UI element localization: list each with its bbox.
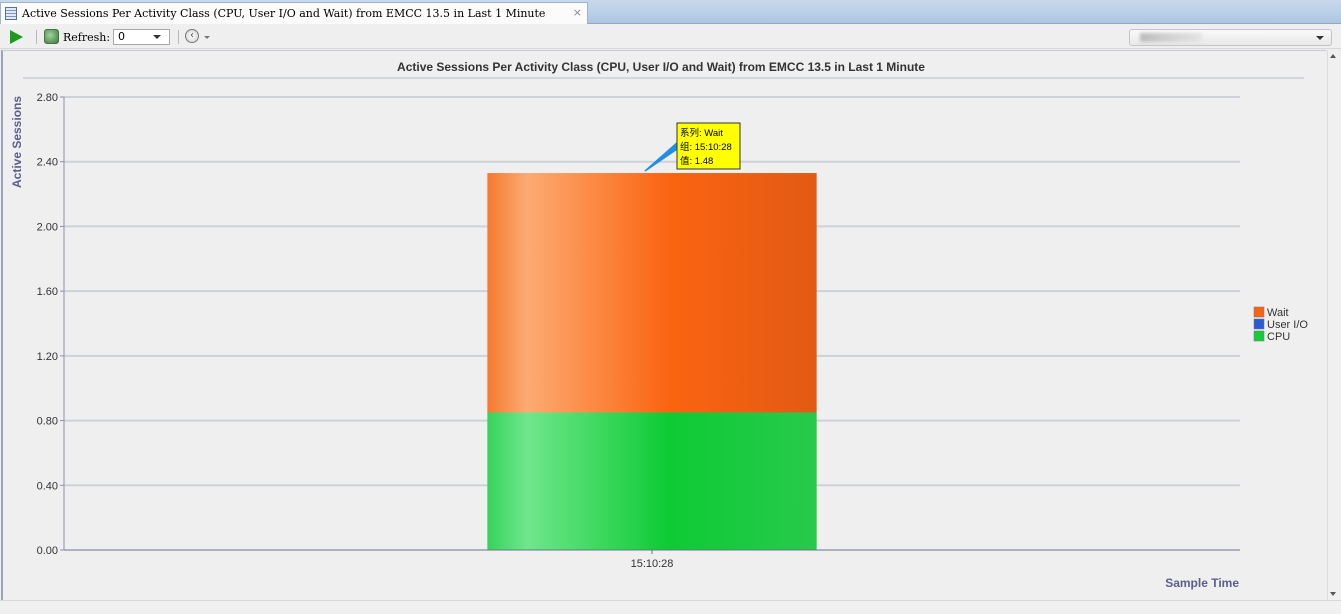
- toolbar-separator: [36, 30, 37, 44]
- legend-swatch: [1253, 306, 1265, 318]
- x-axis-ticks: 15:10:28: [631, 550, 674, 570]
- tab-strip: Active Sessions Per Activity Class (CPU,…: [0, 0, 1341, 24]
- toolbar-separator: [178, 30, 179, 44]
- bar-segment-cpu[interactable]: [487, 412, 817, 550]
- y-axis-label: Active Sessions: [10, 96, 24, 188]
- tooltip: 系列: Wait 组: 15:10:28 值: 1.48: [644, 122, 741, 172]
- refresh-label: Refresh:: [63, 31, 111, 44]
- y-tick-label: 2.00: [37, 221, 58, 233]
- play-icon[interactable]: [10, 30, 23, 44]
- bars: [487, 173, 817, 550]
- chart: Active Sessions Per Activity Class (CPU,…: [10, 60, 1308, 590]
- y-axis-ticks: 0.00 0.40 0.80 1.20 1.60 2.00 2.40 2.80: [37, 92, 64, 557]
- tooltip-line: 值: 1.48: [680, 155, 713, 167]
- back-arrow-icon[interactable]: ‹: [185, 29, 199, 43]
- back-dropdown-icon[interactable]: [204, 36, 210, 39]
- tab-title: Active Sessions Per Activity Class (CPU,…: [22, 7, 546, 20]
- close-tab-icon[interactable]: ×: [573, 6, 582, 19]
- y-tick-label: 1.60: [37, 286, 58, 298]
- scroll-up-icon[interactable]: [1330, 54, 1336, 58]
- refresh-interval-value: 0: [118, 30, 125, 43]
- refresh-icon[interactable]: [44, 29, 59, 44]
- y-tick-label: 0.00: [37, 545, 58, 557]
- y-tick-label: 2.80: [37, 92, 58, 104]
- legend-label: CPU: [1267, 331, 1290, 343]
- legend-swatch: [1253, 318, 1265, 330]
- legend-label: User I/O: [1267, 319, 1308, 331]
- tooltip-line: 组: 15:10:28: [680, 141, 732, 153]
- tooltip-line: 系列: Wait: [680, 127, 723, 139]
- legend-label: Wait: [1267, 307, 1289, 319]
- x-tick-label: 15:10:28: [631, 558, 674, 570]
- bar-segment-wait[interactable]: [487, 173, 817, 413]
- connection-select[interactable]: [1129, 29, 1332, 46]
- legend-swatch: [1253, 330, 1265, 342]
- y-tick-label: 0.80: [37, 416, 58, 428]
- x-axis-label: Sample Time: [1165, 576, 1239, 590]
- chevron-down-icon: [153, 35, 161, 39]
- legend: WaitUser I/OCPU: [1253, 306, 1308, 343]
- scroll-down-icon[interactable]: [1330, 592, 1336, 596]
- chevron-down-icon: [1316, 36, 1324, 40]
- chart-panel: Active Sessions Per Activity Class (CPU,…: [1, 50, 1326, 600]
- toolbar: Refresh: 0 ‹: [0, 25, 1341, 49]
- refresh-interval-select[interactable]: 0: [113, 29, 170, 45]
- connection-name-redacted: [1140, 33, 1202, 42]
- y-tick-label: 0.40: [37, 480, 58, 492]
- y-tick-label: 2.40: [37, 157, 58, 169]
- report-icon: [5, 7, 17, 20]
- y-tick-label: 1.20: [37, 351, 58, 363]
- chart-report-tab[interactable]: Active Sessions Per Activity Class (CPU,…: [0, 2, 588, 24]
- chart-title: Active Sessions Per Activity Class (CPU,…: [397, 60, 925, 74]
- vertical-scrollbar[interactable]: [1327, 50, 1339, 600]
- horizontal-scrollbar[interactable]: [0, 600, 1341, 614]
